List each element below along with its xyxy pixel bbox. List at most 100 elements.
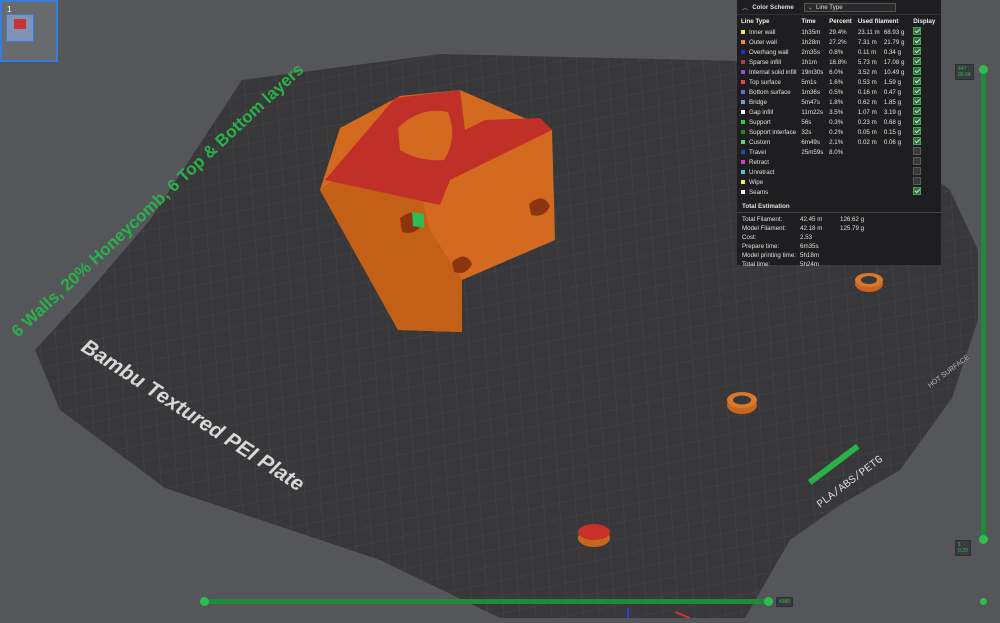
used-length: 0.05 m bbox=[857, 128, 877, 136]
line-type-time: 6m49s bbox=[801, 138, 820, 146]
ring-object-2[interactable] bbox=[727, 392, 757, 414]
layer-slider-bottom-handle[interactable] bbox=[979, 535, 988, 544]
3d-viewport[interactable]: Bambu Textured PEI Plate 6 Walls, 20% Ho… bbox=[0, 0, 1000, 619]
line-type-percent: 8.0% bbox=[829, 148, 844, 156]
line-type-label-cell: Outer wall bbox=[741, 39, 801, 46]
line-type-label: Seams bbox=[749, 188, 769, 196]
used-filament-cell: 0.23 m 0.68 g bbox=[858, 119, 913, 126]
used-length: 0.16 m bbox=[857, 88, 877, 96]
line-type-label: Overhang wall bbox=[749, 48, 789, 56]
display-checkbox[interactable] bbox=[913, 47, 922, 55]
line-type-time: 25m59s bbox=[801, 148, 824, 156]
color-swatch bbox=[741, 40, 745, 44]
display-checkbox[interactable] bbox=[913, 177, 922, 185]
display-cell bbox=[913, 47, 937, 57]
line-type-label-cell: Seams bbox=[741, 189, 801, 196]
display-checkbox[interactable] bbox=[913, 87, 922, 95]
model-filament-label: Model Filament: bbox=[742, 225, 787, 232]
display-cell bbox=[913, 37, 937, 47]
used-length: 0.53 m bbox=[857, 78, 877, 86]
display-checkbox[interactable] bbox=[913, 57, 922, 65]
used-weight: 68.93 g bbox=[883, 28, 905, 36]
layer-slider-top-handle[interactable] bbox=[979, 65, 988, 74]
line-type-label-cell: Travel bbox=[741, 149, 801, 156]
display-cell bbox=[913, 147, 937, 157]
display-cell bbox=[913, 187, 937, 197]
color-swatch bbox=[741, 180, 745, 184]
color-swatch bbox=[741, 190, 745, 194]
color-swatch bbox=[741, 120, 745, 124]
color-swatch bbox=[741, 140, 745, 144]
used-filament-cell: 0.62 m 1.85 g bbox=[858, 99, 913, 106]
move-slider-start-handle[interactable] bbox=[200, 597, 209, 606]
color-swatch bbox=[741, 170, 745, 174]
col-used-filament: Used filament bbox=[857, 18, 899, 25]
display-cell bbox=[913, 27, 937, 37]
display-checkbox[interactable] bbox=[913, 147, 922, 155]
line-type-label-cell: Support bbox=[741, 119, 801, 126]
used-weight: 0.34 g bbox=[883, 48, 902, 56]
line-type-label-cell: Internal solid infill bbox=[741, 69, 801, 76]
display-checkbox[interactable] bbox=[913, 97, 922, 105]
display-checkbox[interactable] bbox=[913, 37, 922, 45]
line-type-percent: 18.8% bbox=[829, 58, 847, 66]
color-swatch bbox=[741, 90, 745, 94]
line-type-row: Inner wall 1h35m 29.4% 23.11 m 68.93 g bbox=[737, 27, 941, 37]
color-scheme-dropdown[interactable]: ⌄ Line Type bbox=[803, 2, 896, 12]
ring-object-1[interactable] bbox=[855, 273, 883, 292]
used-length: 0.02 m bbox=[857, 138, 877, 146]
line-type-percent: 2.1% bbox=[829, 138, 844, 146]
line-type-percent: 0.3% bbox=[829, 118, 844, 126]
collapse-chevron-icon[interactable]: ︿ bbox=[742, 3, 748, 12]
model-filament-row: Model Filament: 42.18 m 125.79 g bbox=[737, 224, 941, 233]
ring-object-3[interactable] bbox=[578, 524, 610, 547]
line-type-label: Bridge bbox=[749, 98, 767, 106]
display-cell bbox=[913, 57, 937, 67]
table-header: Line Type Time Percent Used filament Dis… bbox=[737, 15, 941, 27]
line-type-time: 1h35m bbox=[801, 28, 821, 36]
used-filament-cell: 0.02 m 0.06 g bbox=[858, 139, 913, 146]
line-type-label-cell: Gap infill bbox=[741, 109, 801, 116]
used-filament-cell: 3.52 m 10.49 g bbox=[858, 69, 913, 76]
line-type-time: 1h1m bbox=[801, 58, 817, 66]
move-slider-end-handle[interactable] bbox=[764, 597, 773, 606]
panel-header: ︿ Color Scheme ⌄ Line Type bbox=[737, 0, 941, 15]
line-type-label: Internal solid infill bbox=[749, 68, 797, 76]
line-type-time: 5m1s bbox=[801, 78, 817, 86]
line-type-time: 5m47s bbox=[801, 98, 820, 106]
line-type-label: Bottom surface bbox=[749, 88, 791, 96]
line-type-percent: 6.0% bbox=[829, 68, 844, 76]
move-slider-track[interactable] bbox=[205, 599, 771, 604]
display-checkbox[interactable] bbox=[913, 107, 922, 115]
display-cell bbox=[913, 67, 937, 77]
line-type-label: Travel bbox=[749, 148, 766, 156]
line-type-row: Custom 6m49s 2.1% 0.02 m 0.06 g bbox=[737, 137, 941, 147]
display-checkbox[interactable] bbox=[913, 167, 922, 175]
display-checkbox[interactable] bbox=[913, 127, 922, 135]
line-type-label-cell: Sparse infill bbox=[741, 59, 801, 66]
display-checkbox[interactable] bbox=[913, 137, 922, 145]
line-type-label: Wipe bbox=[749, 178, 764, 186]
display-checkbox[interactable] bbox=[913, 157, 922, 165]
line-type-row: Retract bbox=[737, 157, 941, 167]
chevron-down-icon: ⌄ bbox=[807, 3, 813, 11]
line-type-percent: 0.5% bbox=[829, 88, 844, 96]
display-checkbox[interactable] bbox=[913, 187, 922, 195]
plate-thumbnail[interactable]: 1 bbox=[0, 0, 58, 62]
color-swatch bbox=[741, 60, 745, 64]
color-swatch bbox=[741, 110, 745, 114]
display-checkbox[interactable] bbox=[913, 67, 922, 75]
total-time-label: Total time: bbox=[742, 261, 771, 268]
line-type-percent: 27.2% bbox=[829, 38, 847, 46]
layer-slider-track[interactable] bbox=[981, 70, 986, 540]
color-swatch bbox=[741, 130, 745, 134]
display-checkbox[interactable] bbox=[913, 27, 922, 35]
layer-settings-dot[interactable] bbox=[980, 598, 987, 605]
prepare-time-row: Prepare time: 6m35s bbox=[737, 242, 941, 251]
display-checkbox[interactable] bbox=[913, 77, 922, 85]
display-checkbox[interactable] bbox=[913, 117, 922, 125]
line-type-list: Inner wall 1h35m 29.4% 23.11 m 68.93 g Outer … bbox=[737, 27, 941, 197]
used-length: 0.11 m bbox=[857, 48, 877, 56]
model-time-value: 5h18m bbox=[800, 252, 819, 259]
model-filament-length: 42.18 m bbox=[800, 225, 823, 232]
